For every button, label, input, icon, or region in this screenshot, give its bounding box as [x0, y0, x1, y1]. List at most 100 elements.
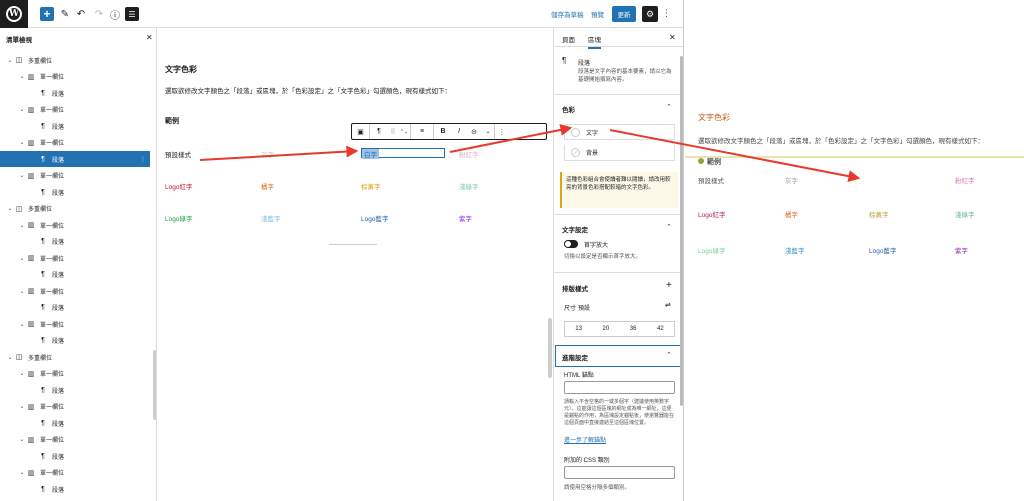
- paragraph-block[interactable]: 選取欲修改文字顏色之「段落」或區塊，於「色彩設定」之「文字色彩」勾選顏色，現有樣…: [165, 85, 451, 95]
- example-color-paragraph[interactable]: 預設樣式: [165, 149, 191, 159]
- list-view-item[interactable]: ¶ 段落: [0, 267, 150, 283]
- text-color-option[interactable]: 文字: [564, 124, 675, 140]
- selected-paragraph[interactable]: 白字: [361, 148, 445, 159]
- list-view-item[interactable]: ⌄ ▥ 單一欄位: [0, 465, 150, 481]
- chevron-down-icon[interactable]: ⌄: [18, 370, 26, 377]
- settings-gear-icon[interactable]: ⚙: [642, 6, 658, 22]
- list-view-item[interactable]: ⌄ ▥ 單一欄位: [0, 432, 150, 448]
- wordpress-logo-button[interactable]: W: [0, 0, 28, 28]
- learn-more-anchor-link[interactable]: 進一步了解錨點: [564, 435, 606, 444]
- bold-button[interactable]: B: [434, 124, 452, 139]
- background-color-option[interactable]: 背景: [564, 145, 675, 161]
- chevron-down-icon[interactable]: ⌄: [18, 288, 26, 295]
- chevron-down-icon[interactable]: ⌄: [18, 255, 26, 262]
- chevron-down-icon[interactable]: ⌄: [18, 139, 26, 146]
- redo-icon[interactable]: ↷: [92, 7, 106, 21]
- update-button[interactable]: 更新: [612, 6, 636, 22]
- font-size-option[interactable]: 20: [603, 326, 610, 332]
- move-up-down-icon[interactable]: ⌃⌄: [398, 124, 410, 139]
- canvas-scrollbar[interactable]: [548, 318, 552, 378]
- pencil-tools-icon[interactable]: ✎: [58, 7, 72, 21]
- typography-panel-title[interactable]: 文字設定: [562, 224, 588, 234]
- tab-page[interactable]: 頁面: [562, 34, 575, 44]
- example-color-paragraph[interactable]: Logo紅字: [165, 181, 192, 191]
- font-size-option[interactable]: 13: [575, 326, 582, 332]
- list-view-item[interactable]: ⌄ ▥ 單一欄位: [0, 250, 150, 266]
- layout-panel-title[interactable]: 排版樣式: [562, 283, 588, 293]
- list-view-item[interactable]: ⌄ ▥ 單一欄位: [0, 135, 150, 151]
- list-view-item[interactable]: ⌄ ▥ 單一欄位: [0, 168, 150, 184]
- list-view-item[interactable]: ¶ 段落 ⋮: [0, 151, 150, 167]
- align-icon[interactable]: ≡: [411, 124, 433, 139]
- list-view-item[interactable]: ⌄ ▥ 單一欄位: [0, 69, 150, 85]
- custom-size-sliders-icon[interactable]: ⇌: [665, 301, 671, 309]
- chevron-up-icon[interactable]: ⌃: [666, 223, 672, 231]
- list-view-item[interactable]: ⌄ ▥ 單一欄位: [0, 283, 150, 299]
- close-icon[interactable]: ✕: [146, 33, 153, 42]
- chevron-up-icon[interactable]: ⌃: [666, 351, 672, 359]
- list-view-item[interactable]: ¶ 段落: [0, 184, 150, 200]
- block-type-icon[interactable]: ▣: [352, 124, 369, 139]
- list-view-item[interactable]: ⌄ ▥ 單一欄位: [0, 217, 150, 233]
- chevron-down-icon[interactable]: ⌄: [18, 436, 26, 443]
- list-view-item[interactable]: ⌄ ▥ 單一欄位: [0, 366, 150, 382]
- list-view-item[interactable]: ¶ 段落: [0, 333, 150, 349]
- chevron-down-icon[interactable]: ⌄: [18, 222, 26, 229]
- font-size-option[interactable]: 42: [657, 326, 664, 332]
- item-options-icon[interactable]: ⋮: [140, 156, 146, 163]
- list-view-item[interactable]: ¶ 段落: [0, 85, 150, 101]
- list-view-item[interactable]: ¶ 段落: [0, 481, 150, 497]
- example-color-paragraph[interactable]: 棕黃字: [361, 181, 381, 191]
- css-class-input[interactable]: [564, 466, 675, 479]
- html-anchor-input[interactable]: [564, 381, 675, 394]
- example-color-paragraph[interactable]: 紫字: [459, 213, 472, 223]
- list-view-item[interactable]: ¶ 段落: [0, 415, 150, 431]
- example-color-paragraph[interactable]: 灰字: [261, 149, 274, 159]
- heading-block[interactable]: 文字色彩: [165, 64, 197, 75]
- list-view-item[interactable]: ¶ 段落: [0, 234, 150, 250]
- italic-button[interactable]: I: [452, 124, 466, 139]
- list-view-item[interactable]: ¶ 段落: [0, 448, 150, 464]
- example-heading[interactable]: 範例: [165, 116, 179, 126]
- chevron-down-icon[interactable]: ⌄: [6, 354, 14, 361]
- list-view-item[interactable]: ⌄ ◫ 多重欄位: [0, 349, 150, 365]
- plus-icon[interactable]: +: [666, 280, 672, 291]
- list-view-item[interactable]: ⌄ ◫ 多重欄位: [0, 52, 150, 68]
- example-color-paragraph[interactable]: Logo藍字: [361, 213, 388, 223]
- undo-icon[interactable]: ↶: [74, 7, 88, 21]
- close-icon[interactable]: ✕: [669, 33, 676, 42]
- list-view-item[interactable]: ⌄ ▥ 單一欄位: [0, 316, 150, 332]
- list-view-item[interactable]: ⌄ ▥ 單一欄位: [0, 399, 150, 415]
- paragraph-icon[interactable]: ¶: [370, 124, 388, 139]
- more-formats-chevron-down-icon[interactable]: ⌄: [482, 124, 494, 139]
- list-view-toggle-button[interactable]: ☰: [125, 7, 139, 21]
- list-view-item[interactable]: ¶ 段落: [0, 300, 150, 316]
- example-color-paragraph[interactable]: 橘字: [261, 181, 274, 191]
- example-color-paragraph[interactable]: Logo綠字: [165, 213, 192, 223]
- block-options-icon[interactable]: ⋮: [495, 124, 509, 139]
- example-color-paragraph[interactable]: 粉紅字: [459, 149, 479, 159]
- chevron-down-icon[interactable]: ⌄: [18, 403, 26, 410]
- chevron-up-icon[interactable]: ⌃: [666, 103, 672, 111]
- color-panel-title[interactable]: 色彩: [562, 104, 575, 114]
- preview-button[interactable]: 預覽: [591, 9, 604, 19]
- link-icon[interactable]: ⊝: [466, 124, 482, 139]
- example-color-paragraph[interactable]: 淺藍字: [261, 213, 281, 223]
- list-view-item[interactable]: ⌄ ▥ 單一欄位: [0, 102, 150, 118]
- chevron-down-icon[interactable]: ⌄: [18, 469, 26, 476]
- chevron-down-icon[interactable]: ⌄: [18, 73, 26, 80]
- sidebar-scrollbar[interactable]: [680, 56, 683, 406]
- drop-cap-toggle[interactable]: [564, 240, 578, 248]
- font-size-option[interactable]: 36: [630, 326, 637, 332]
- list-view-item[interactable]: ¶ 段落: [0, 118, 150, 134]
- example-color-paragraph[interactable]: 淺綠字: [459, 181, 479, 191]
- list-view-item[interactable]: ¶ 段落: [0, 382, 150, 398]
- chevron-down-icon[interactable]: ⌄: [6, 57, 14, 64]
- separator-block[interactable]: [329, 244, 377, 245]
- chevron-down-icon[interactable]: ⌄: [18, 321, 26, 328]
- chevron-down-icon[interactable]: ⌄: [18, 106, 26, 113]
- add-block-button[interactable]: +: [40, 7, 54, 21]
- list-view-item[interactable]: ⌄ ◫ 多重欄位: [0, 201, 150, 217]
- drag-handle-icon[interactable]: ⠿: [388, 124, 398, 139]
- more-options-icon[interactable]: ⋮: [662, 8, 671, 19]
